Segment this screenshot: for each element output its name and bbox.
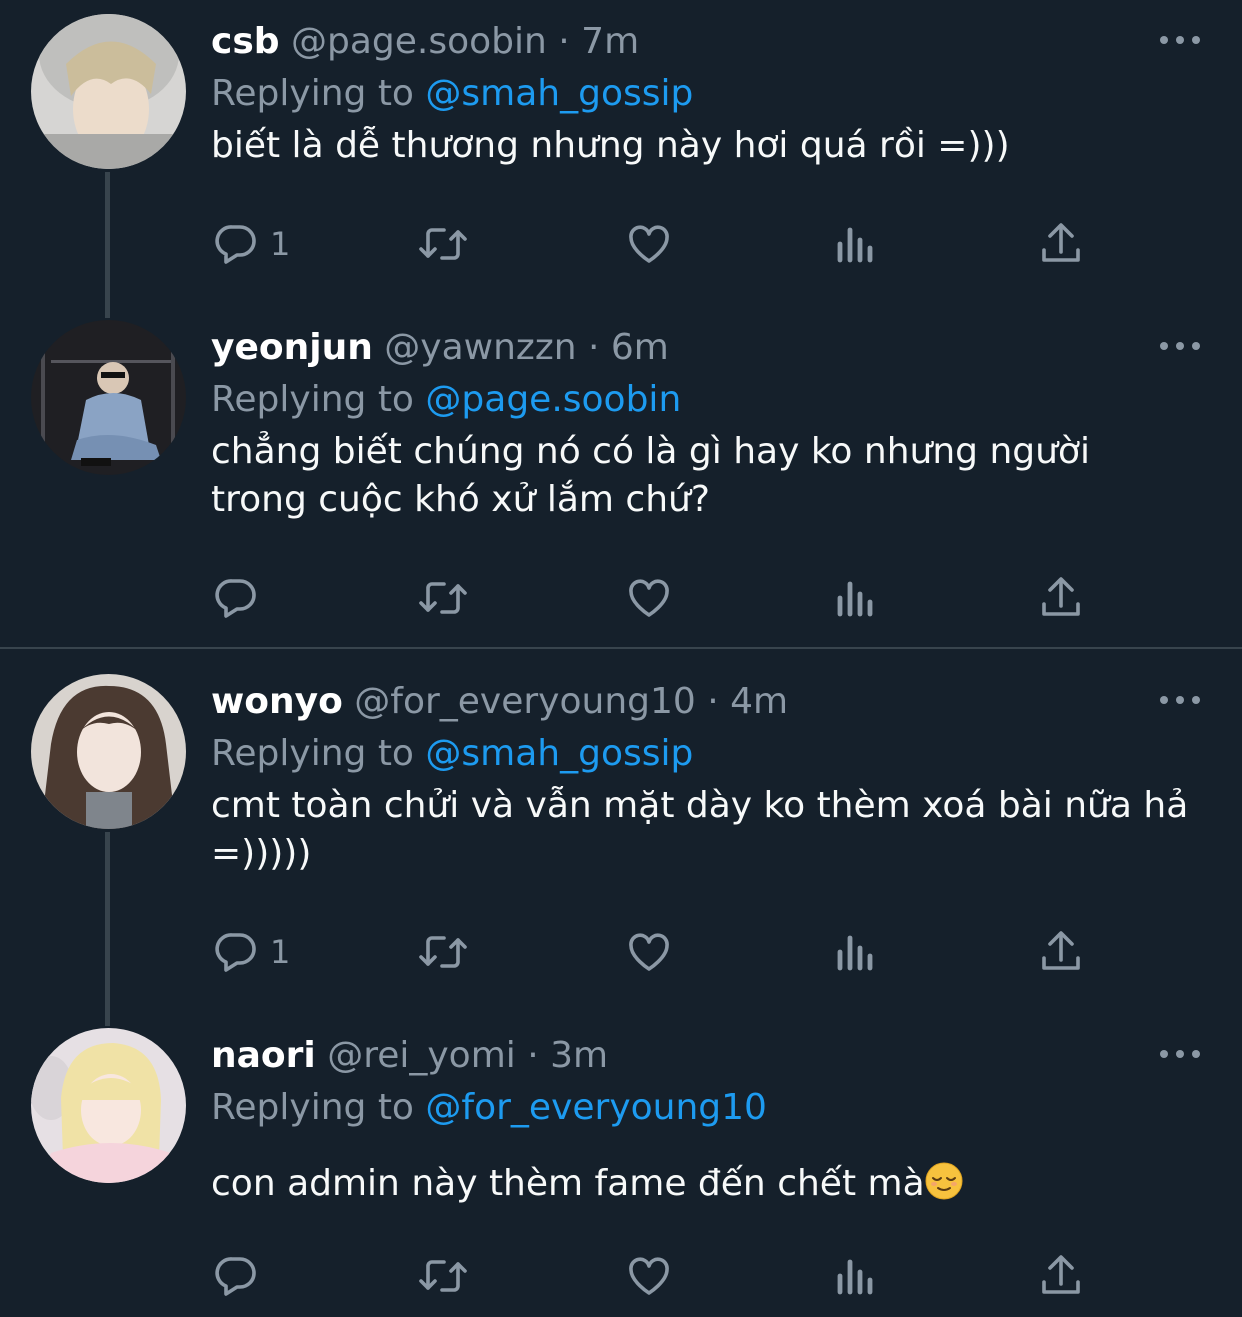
retweet-button[interactable] [416, 216, 470, 272]
share-button[interactable] [1038, 1248, 1084, 1304]
timestamp[interactable]: · 6m [588, 327, 669, 368]
reply-button[interactable] [212, 570, 270, 626]
avatar[interactable] [31, 1028, 186, 1183]
views-button[interactable] [834, 570, 878, 626]
retweet-icon [416, 928, 470, 976]
action-bar: 1 [0, 216, 1242, 272]
tweet[interactable]: naori @rei_yomi · 3m Replying to @for_ev… [0, 1014, 1242, 1317]
retweet-icon [416, 220, 470, 268]
tweet-header: naori @rei_yomi · 3m [211, 1034, 608, 1078]
handle[interactable]: @page.soobin [291, 21, 547, 62]
tweet-text-content: con admin này thèm fame đến chết mà [211, 1163, 925, 1204]
action-bar [0, 570, 1242, 626]
tweet[interactable]: wonyo @for_everyoung10 · 4m Replying to … [0, 660, 1242, 1010]
avatar[interactable] [31, 320, 186, 475]
tweet-header: yeonjun @yawnzzn · 6m [211, 326, 669, 370]
views-icon [834, 574, 878, 622]
display-name[interactable]: wonyo [211, 681, 343, 722]
replying-label: Replying to [211, 733, 414, 774]
replies-feed: csb @page.soobin · 7m Replying to @smah_… [0, 0, 1242, 1317]
like-button[interactable] [625, 1248, 673, 1304]
share-button[interactable] [1038, 570, 1084, 626]
avatar[interactable] [31, 14, 186, 169]
views-button[interactable] [834, 924, 878, 980]
retweet-button[interactable] [416, 570, 470, 626]
tweet-header: csb @page.soobin · 7m [211, 20, 639, 64]
retweet-icon [416, 1252, 470, 1300]
replying-label: Replying to [211, 73, 414, 114]
reply-icon [212, 928, 260, 976]
mention-link[interactable]: @for_everyoung10 [425, 1087, 767, 1128]
more-icon[interactable] [1158, 336, 1202, 356]
handle[interactable]: @rei_yomi [327, 1035, 516, 1076]
handle[interactable]: @for_everyoung10 [354, 681, 696, 722]
replying-to: Replying to @smah_gossip [211, 72, 693, 116]
reply-button[interactable] [212, 1248, 270, 1304]
more-icon[interactable] [1158, 690, 1202, 710]
timestamp[interactable]: · 3m [527, 1035, 608, 1076]
reply-icon [212, 1252, 260, 1300]
handle[interactable]: @yawnzzn [384, 327, 576, 368]
tweet-text: con admin này thèm fame đến chết mà [211, 1160, 1211, 1208]
mention-link[interactable]: @smah_gossip [425, 73, 693, 114]
tweet-text-line: =))))) [211, 833, 312, 874]
replying-label: Replying to [211, 379, 414, 420]
avatar[interactable] [31, 674, 186, 829]
tweet-text-line: cmt toàn chửi và vẫn mặt dày ko thèm xoá… [211, 785, 1189, 826]
tweet[interactable]: csb @page.soobin · 7m Replying to @smah_… [0, 0, 1242, 300]
views-button[interactable] [834, 1248, 878, 1304]
reply-button[interactable]: 1 [212, 216, 290, 272]
display-name[interactable]: yeonjun [211, 327, 373, 368]
tweet-text-line: chẳng biết chúng nó có là gì hay ko nhưn… [211, 431, 1090, 472]
views-icon [834, 1252, 878, 1300]
share-icon [1038, 928, 1084, 976]
like-icon [625, 574, 673, 622]
tweet[interactable]: yeonjun @yawnzzn · 6m Replying to @page.… [0, 306, 1242, 646]
retweet-button[interactable] [416, 924, 470, 980]
tweet-text: cmt toàn chửi và vẫn mặt dày ko thèm xoá… [211, 782, 1211, 878]
retweet-icon [416, 574, 470, 622]
display-name[interactable]: csb [211, 21, 280, 62]
more-icon[interactable] [1158, 1044, 1202, 1064]
views-icon [834, 220, 878, 268]
tweet-header: wonyo @for_everyoung10 · 4m [211, 680, 788, 724]
share-button[interactable] [1038, 924, 1084, 980]
reply-icon [212, 220, 260, 268]
like-button[interactable] [625, 570, 673, 626]
like-icon [625, 1252, 673, 1300]
reply-count: 1 [270, 933, 291, 971]
reply-button[interactable]: 1 [212, 924, 290, 980]
like-icon [625, 220, 673, 268]
like-button[interactable] [625, 924, 673, 980]
share-icon [1038, 1252, 1084, 1300]
more-icon[interactable] [1158, 30, 1202, 50]
reply-icon [212, 574, 260, 622]
share-icon [1038, 574, 1084, 622]
replying-to: Replying to @page.soobin [211, 378, 681, 422]
display-name[interactable]: naori [211, 1035, 316, 1076]
views-icon [834, 928, 878, 976]
timestamp[interactable]: · 7m [558, 21, 639, 62]
tweet-text: chẳng biết chúng nó có là gì hay ko nhưn… [211, 428, 1211, 524]
retweet-button[interactable] [416, 1248, 470, 1304]
share-icon [1038, 220, 1084, 268]
tweet-text: biết là dễ thương nhưng này hơi quá rồi … [211, 125, 1010, 166]
like-icon [625, 928, 673, 976]
action-bar: 1 [0, 924, 1242, 980]
reply-count: 1 [270, 225, 291, 263]
relieved-face-icon [925, 1162, 963, 1200]
replying-label: Replying to [211, 1087, 414, 1128]
tweet-text-line: trong cuộc khó xử lắm chứ? [211, 479, 710, 520]
timestamp[interactable]: · 4m [707, 681, 788, 722]
mention-link[interactable]: @page.soobin [425, 379, 681, 420]
thread-divider [0, 647, 1242, 649]
share-button[interactable] [1038, 216, 1084, 272]
replying-to: Replying to @smah_gossip [211, 732, 693, 776]
like-button[interactable] [625, 216, 673, 272]
mention-link[interactable]: @smah_gossip [425, 733, 693, 774]
views-button[interactable] [834, 216, 878, 272]
replying-to: Replying to @for_everyoung10 [211, 1086, 767, 1130]
action-bar [0, 1248, 1242, 1304]
